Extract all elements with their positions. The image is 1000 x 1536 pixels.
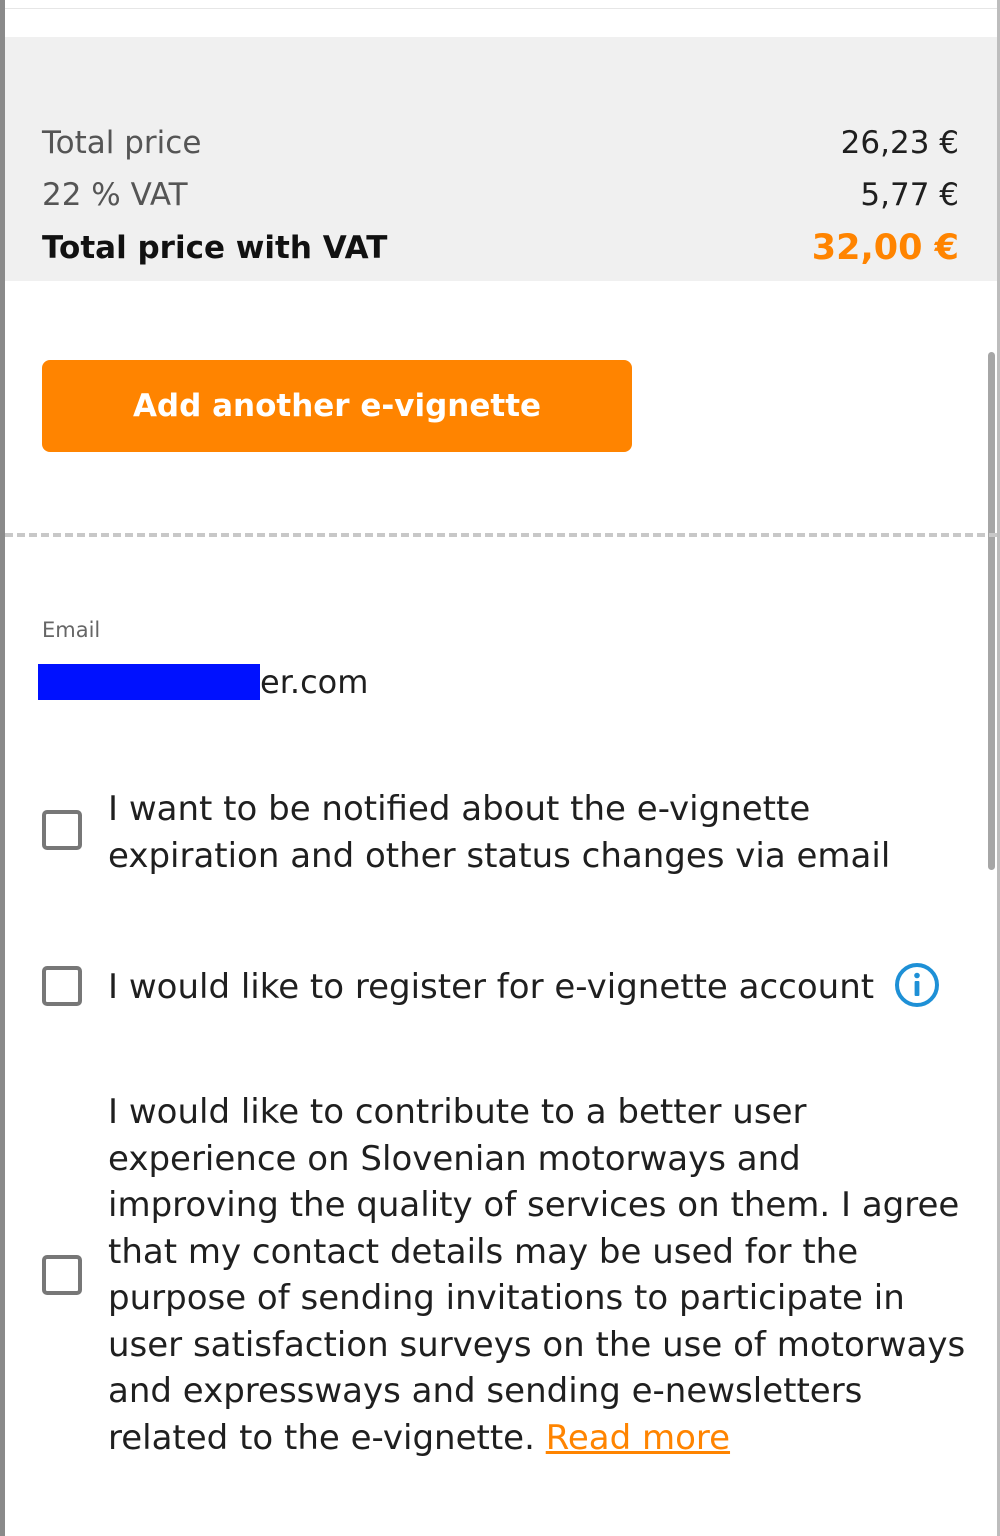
info-icon[interactable]	[893, 961, 941, 1009]
notify-checkbox[interactable]	[42, 810, 82, 850]
survey-consent-label: I would like to contribute to a better u…	[108, 1092, 966, 1458]
vat-amount: 5,77 €	[860, 177, 959, 213]
total-price-label: Total price	[42, 125, 202, 161]
section-divider	[5, 533, 997, 537]
survey-consent-checkbox[interactable]	[42, 1255, 82, 1295]
total-price-row: Total price 26,23 €	[42, 125, 959, 161]
total-with-vat-amount: 32,00 €	[811, 228, 959, 268]
email-label: Email	[42, 618, 101, 642]
price-summary-panel: Total price 26,23 € 22 % VAT 5,77 € Tota…	[5, 37, 997, 281]
total-with-vat-label: Total price with VAT	[42, 230, 388, 266]
survey-consent-text: I would like to contribute to a better u…	[108, 1089, 968, 1461]
read-more-link[interactable]: Read more	[546, 1418, 730, 1458]
notify-label: I want to be notified about the e-vignet…	[108, 789, 891, 876]
total-with-vat-row: Total price with VAT 32,00 €	[42, 228, 959, 268]
add-another-vignette-button[interactable]: Add another e-vignette	[42, 360, 632, 452]
total-price-amount: 26,23 €	[840, 125, 959, 161]
vat-label: 22 % VAT	[42, 177, 188, 213]
top-strip	[5, 0, 997, 9]
scrollbar-thumb[interactable]	[988, 352, 995, 870]
vat-row: 22 % VAT 5,77 €	[42, 177, 959, 213]
email-field[interactable]: er.com	[38, 662, 368, 702]
register-checkbox[interactable]	[42, 966, 82, 1006]
email-value-text: er.com	[260, 663, 369, 701]
redaction-block	[38, 664, 260, 700]
register-label: I would like to register for e-vignette …	[108, 967, 875, 1007]
